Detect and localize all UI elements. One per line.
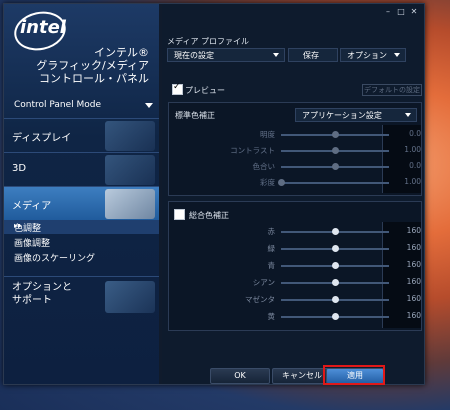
standard-slider-knob[interactable] [332, 163, 339, 170]
total-slider-knob[interactable] [332, 313, 339, 320]
total-row: 赤 160 [179, 224, 422, 238]
panel-mode-dropdown[interactable]: Control Panel Mode [4, 96, 159, 114]
options-label-line: サポート [12, 295, 52, 306]
3d-thumbnail-icon [105, 155, 155, 185]
options-label-line: オプションと [12, 282, 72, 293]
chevron-down-icon [405, 113, 411, 117]
media-profile-title: メディア プロファイル [167, 37, 249, 46]
total-row: 青 160 [179, 258, 422, 272]
total-color-checkbox[interactable] [174, 209, 185, 220]
total-value: 160 [406, 294, 421, 303]
total-label: 緑 [267, 244, 276, 253]
profile-select[interactable]: 現在の設定 [167, 48, 285, 62]
chevron-down-icon [273, 53, 279, 57]
standard-label: 彩度 [260, 178, 275, 187]
standard-slider-knob[interactable] [278, 179, 285, 186]
sub-item-image-adjust[interactable]: 画像調整 [4, 235, 159, 249]
options-dropdown[interactable]: オプション [340, 48, 406, 62]
total-label: シアン [252, 278, 275, 287]
standard-label: 明度 [260, 130, 275, 139]
total-row: マゼンタ 160 [179, 292, 421, 306]
nav-item-media[interactable]: メディア [4, 186, 159, 221]
default-settings-button[interactable]: デフォルトの設定 [362, 84, 422, 96]
nav-item-label: 3D [12, 163, 27, 174]
total-row: 黄 160 [179, 309, 422, 323]
standard-slider-knob[interactable] [332, 147, 339, 154]
ok-button[interactable]: OK [210, 368, 270, 384]
standard-row: 明度 0.0 [179, 127, 421, 141]
save-label: 保存 [303, 51, 319, 60]
preview-label: プレビュー [185, 86, 225, 95]
minimize-button[interactable]: – [383, 7, 393, 16]
total-label: 赤 [267, 227, 276, 236]
save-button[interactable]: 保存 [288, 48, 338, 62]
standard-row: 彩度 1.00 [179, 175, 421, 189]
total-slider-knob[interactable] [332, 245, 339, 252]
standard-row: コントラスト 1.00 [179, 143, 421, 157]
total-row: 緑 160 [179, 241, 422, 255]
highlight-box [323, 365, 385, 385]
chevron-down-icon [145, 103, 153, 108]
standard-label: コントラスト [230, 146, 275, 155]
options-label: オプション [347, 51, 387, 60]
profile-select-value: 現在の設定 [174, 51, 214, 60]
total-slider-knob[interactable] [332, 262, 339, 269]
standard-color-panel: 標準色補正 アプリケーション設定 明度 0.0 コントラスト 1.00 色合い 0.0 彩度… [168, 102, 422, 196]
standard-color-title: 標準色補正 [175, 111, 215, 120]
display-thumbnail-icon [105, 121, 155, 151]
main-panel: – □ ✕ メディア プロファイル 現在の設定 保存 オプション プレビュー デ… [162, 4, 424, 385]
app-title: インテル® グラフィック/メディア コントロール・パネル [36, 46, 149, 85]
standard-mode-select[interactable]: アプリケーション設定 [295, 108, 417, 122]
nav-item-label: ディスプレイ [12, 133, 72, 144]
standard-label: 色合い [252, 162, 276, 171]
nav-item-display[interactable]: ディスプレイ [4, 118, 159, 153]
double-chevron-icon: ▸▸ [14, 221, 23, 230]
nav-item-options-support[interactable]: オプションと サポート [4, 276, 159, 317]
total-color-title: 総合色補正 [189, 211, 229, 220]
standard-value: 1.00 [404, 145, 421, 154]
standard-value: 0.0 [409, 129, 421, 138]
intel-control-panel-window: intel インテル® グラフィック/メディア コントロール・パネル Contr… [3, 3, 425, 385]
camcorder-icon [105, 189, 155, 219]
nav-item-3d[interactable]: 3D [4, 152, 159, 187]
total-slider-knob[interactable] [332, 228, 339, 235]
app-title-line: コントロール・パネル [39, 72, 149, 85]
left-panel: intel インテル® グラフィック/メディア コントロール・パネル Contr… [4, 4, 159, 384]
standard-value: 0.0 [409, 161, 421, 170]
total-slider-knob[interactable] [332, 279, 339, 286]
title-bar: – □ ✕ [162, 4, 424, 20]
standard-row: 色合い 0.0 [179, 159, 422, 173]
options-support-label: オプションと サポート [12, 281, 72, 307]
total-value: 160 [406, 243, 421, 252]
standard-value: 1.00 [404, 177, 421, 186]
total-color-panel: 総合色補正 赤 160 緑 160 青 160 シアン 160 マゼンタ 160 黄 160 [168, 201, 422, 331]
total-label: マゼンタ [245, 295, 275, 304]
nav-item-label: メディア [12, 201, 52, 212]
app-title-line: グラフィック/メディア [36, 59, 149, 72]
app-title-line: インテル® [94, 46, 149, 59]
total-value: 160 [406, 226, 421, 235]
total-label: 青 [267, 261, 276, 270]
sub-item-image-scaling[interactable]: 画像のスケーリング [4, 250, 159, 264]
total-row: シアン 160 [179, 275, 421, 289]
standard-slider-track[interactable] [281, 182, 389, 184]
total-value: 160 [406, 311, 421, 320]
standard-slider-knob[interactable] [332, 131, 339, 138]
maximize-button[interactable]: □ [396, 7, 406, 16]
panel-mode-label: Control Panel Mode [14, 100, 102, 110]
options-thumbnail-icon [105, 281, 155, 313]
sub-item-label: 画像のスケーリング [14, 254, 96, 264]
preview-checkbox[interactable] [172, 82, 183, 95]
standard-mode-value: アプリケーション設定 [302, 111, 382, 120]
intel-logo-text: intel [20, 17, 66, 38]
total-value: 160 [406, 277, 421, 286]
total-slider-knob[interactable] [332, 296, 339, 303]
sub-item-label: 画像調整 [14, 239, 51, 249]
close-button[interactable]: ✕ [409, 7, 419, 16]
chevron-down-icon [394, 53, 400, 57]
total-value: 160 [406, 260, 421, 269]
sub-item-color-correction[interactable]: 色調整 ▸▸ [4, 220, 159, 234]
total-label: 黄 [267, 312, 276, 321]
